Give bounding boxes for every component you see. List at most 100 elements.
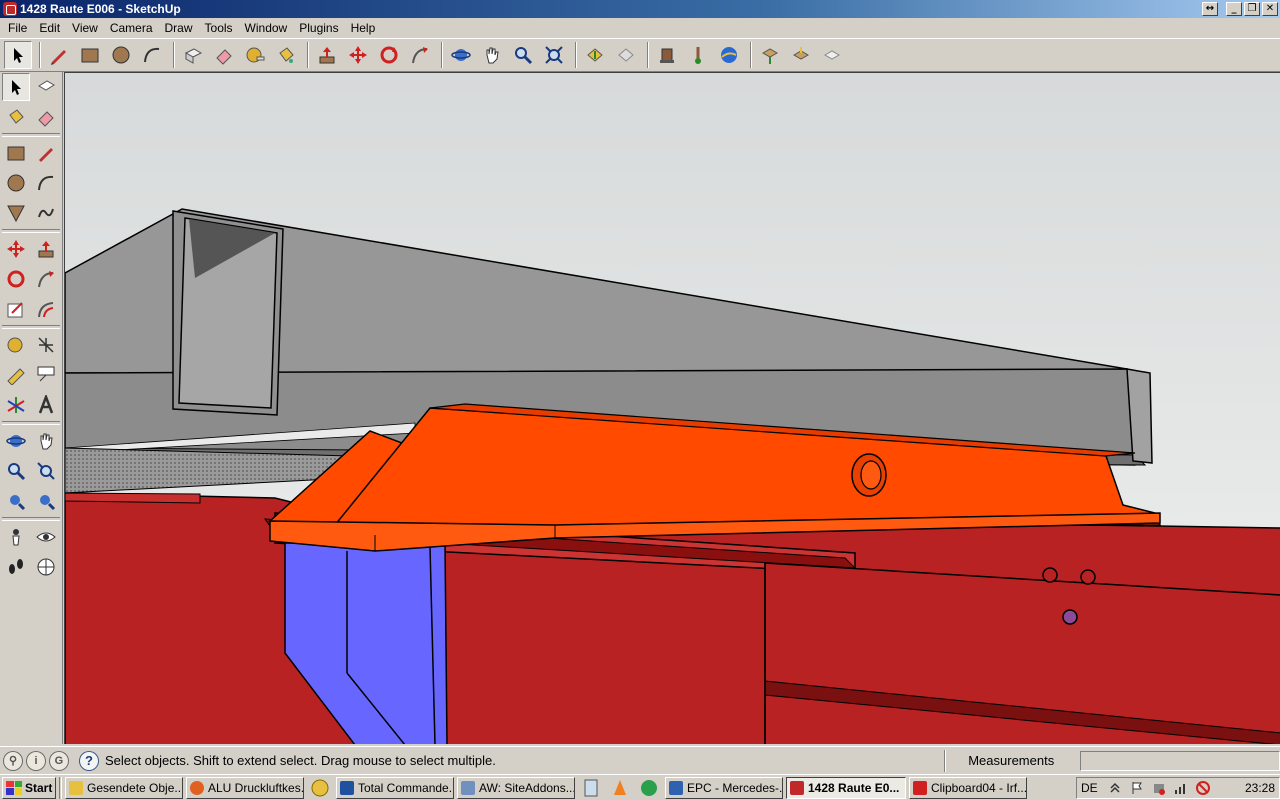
clock[interactable]: 23:28 bbox=[1245, 781, 1275, 795]
rotate-tool-button[interactable] bbox=[375, 41, 403, 69]
menu-plugins[interactable]: Plugins bbox=[293, 21, 344, 35]
menu-help[interactable]: Help bbox=[345, 21, 382, 35]
safely-remove-icon[interactable] bbox=[1152, 781, 1166, 795]
lt-arc-button[interactable] bbox=[32, 169, 60, 197]
menu-window[interactable]: Window bbox=[239, 21, 294, 35]
lt-move-button[interactable] bbox=[2, 235, 30, 263]
task-button-1[interactable]: ALU Druckluftkes... bbox=[186, 776, 304, 799]
user-account-icon[interactable]: G bbox=[48, 750, 69, 771]
quicklaunch-notepad[interactable] bbox=[578, 777, 604, 799]
google-earth-button[interactable] bbox=[715, 41, 743, 69]
move-tool-button[interactable] bbox=[344, 41, 372, 69]
flag-icon[interactable] bbox=[1130, 781, 1144, 795]
network-disabled-icon[interactable] bbox=[1195, 780, 1210, 795]
lt-paint-bucket-button[interactable] bbox=[2, 103, 30, 131]
help-icon[interactable]: ? bbox=[78, 750, 99, 771]
geo-location-icon[interactable]: ⚲ bbox=[3, 750, 23, 771]
menu-tools[interactable]: Tools bbox=[199, 21, 239, 35]
task-button-4[interactable]: EPC - Mercedes-... bbox=[665, 776, 783, 799]
get-component-button[interactable] bbox=[756, 41, 784, 69]
add-location-button[interactable] bbox=[684, 41, 712, 69]
lt-walk-button[interactable] bbox=[2, 553, 30, 581]
task-button-5[interactable]: 1428 Raute E0... bbox=[786, 776, 906, 799]
lt-text-button[interactable] bbox=[32, 361, 60, 389]
eraser-icon bbox=[216, 49, 232, 65]
lt-circle-button[interactable] bbox=[2, 169, 30, 197]
menu-edit[interactable]: Edit bbox=[33, 21, 66, 35]
lt-freehand-button[interactable] bbox=[32, 199, 60, 227]
menu-draw[interactable]: Draw bbox=[159, 21, 199, 35]
lt-polygon-button[interactable] bbox=[2, 199, 30, 227]
lt-zoom-extents-a-button[interactable] bbox=[2, 487, 30, 515]
quicklaunch-icon[interactable] bbox=[307, 777, 333, 799]
lt-3d-text-button[interactable] bbox=[32, 391, 60, 419]
lt-section-plane-button[interactable] bbox=[32, 553, 60, 581]
follow-me-button[interactable] bbox=[406, 41, 434, 69]
quicklaunch-green[interactable] bbox=[636, 777, 662, 799]
task-button-2[interactable]: Total Commande... bbox=[336, 776, 454, 799]
rectangle-tool-button[interactable] bbox=[76, 41, 104, 69]
toolbar-separator bbox=[575, 42, 577, 68]
lt-make-component-button[interactable] bbox=[32, 73, 60, 101]
lt-rectangle-button[interactable] bbox=[2, 139, 30, 167]
measurements-input[interactable] bbox=[1080, 750, 1280, 771]
menu-view[interactable]: View bbox=[66, 21, 104, 35]
lt-line-button[interactable] bbox=[32, 139, 60, 167]
circle-icon bbox=[112, 46, 130, 64]
menu-camera[interactable]: Camera bbox=[104, 21, 159, 35]
maximize-button[interactable]: ❐ bbox=[1244, 2, 1260, 16]
lt-zoom-window-button[interactable] bbox=[32, 457, 60, 485]
credits-icon[interactable]: i bbox=[25, 750, 46, 771]
task-button-6[interactable]: Clipboard04 - Irf... bbox=[909, 776, 1027, 799]
lt-rotate-button[interactable] bbox=[2, 265, 30, 293]
lt-offset-button[interactable] bbox=[32, 295, 60, 323]
tape-measure-button[interactable] bbox=[241, 41, 269, 69]
zoom-extents-button[interactable] bbox=[540, 41, 568, 69]
share-component-button[interactable] bbox=[787, 41, 815, 69]
lt-follow-me-button[interactable] bbox=[32, 265, 60, 293]
close-button[interactable]: ✕ bbox=[1262, 2, 1278, 16]
paint-bucket-button[interactable] bbox=[272, 41, 300, 69]
lt-zoom-button[interactable] bbox=[2, 457, 30, 485]
orbit-tool-button[interactable] bbox=[447, 41, 475, 69]
task-button-3[interactable]: AW: SiteAddons.... bbox=[457, 776, 575, 799]
next-view-button[interactable] bbox=[612, 41, 640, 69]
task-button-0[interactable]: Gesendete Obje... bbox=[65, 776, 183, 799]
expand-tray-icon[interactable] bbox=[1108, 781, 1122, 795]
language-indicator[interactable]: DE bbox=[1081, 781, 1098, 795]
get-models-button[interactable] bbox=[653, 41, 681, 69]
signal-icon[interactable] bbox=[1174, 781, 1188, 795]
make-component-button[interactable] bbox=[179, 41, 207, 69]
eraser-tool-button[interactable] bbox=[210, 41, 238, 69]
lt-push-pull-button[interactable] bbox=[32, 235, 60, 263]
lt-zoom-extents-b-button[interactable] bbox=[32, 487, 60, 515]
minimize-button[interactable]: _ bbox=[1226, 2, 1242, 16]
line-tool-button[interactable] bbox=[45, 41, 73, 69]
lt-position-camera-button[interactable] bbox=[2, 523, 30, 551]
quicklaunch-vlc[interactable] bbox=[607, 777, 633, 799]
lt-protractor-button[interactable] bbox=[2, 361, 30, 389]
circle-tool-button[interactable] bbox=[107, 41, 135, 69]
push-pull-button[interactable] bbox=[313, 41, 341, 69]
lt-dimension-button[interactable] bbox=[32, 331, 60, 359]
sandbox-button[interactable] bbox=[818, 41, 846, 69]
lt-tape-measure-button[interactable] bbox=[2, 331, 30, 359]
pan-tool-button[interactable] bbox=[478, 41, 506, 69]
lt-orbit-button[interactable] bbox=[2, 427, 30, 455]
arc-tool-button[interactable] bbox=[138, 41, 166, 69]
zoom-tool-button[interactable] bbox=[509, 41, 537, 69]
start-button[interactable]: Start bbox=[2, 776, 56, 799]
previous-view-button[interactable] bbox=[581, 41, 609, 69]
firefox-icon bbox=[190, 780, 204, 795]
lt-scale-button[interactable] bbox=[2, 295, 30, 323]
menu-file[interactable]: File bbox=[2, 21, 33, 35]
toolbar-separator bbox=[647, 42, 649, 68]
lt-select-button[interactable] bbox=[2, 73, 30, 101]
lt-look-around-button[interactable] bbox=[32, 523, 60, 551]
lt-eraser-button[interactable] bbox=[32, 103, 60, 131]
lt-axes-button[interactable] bbox=[2, 391, 30, 419]
select-tool-button[interactable] bbox=[4, 41, 32, 69]
lt-pan-button[interactable] bbox=[32, 427, 60, 455]
model-viewport[interactable] bbox=[64, 72, 1280, 744]
restore-extra-button[interactable]: ↔ bbox=[1202, 2, 1218, 16]
